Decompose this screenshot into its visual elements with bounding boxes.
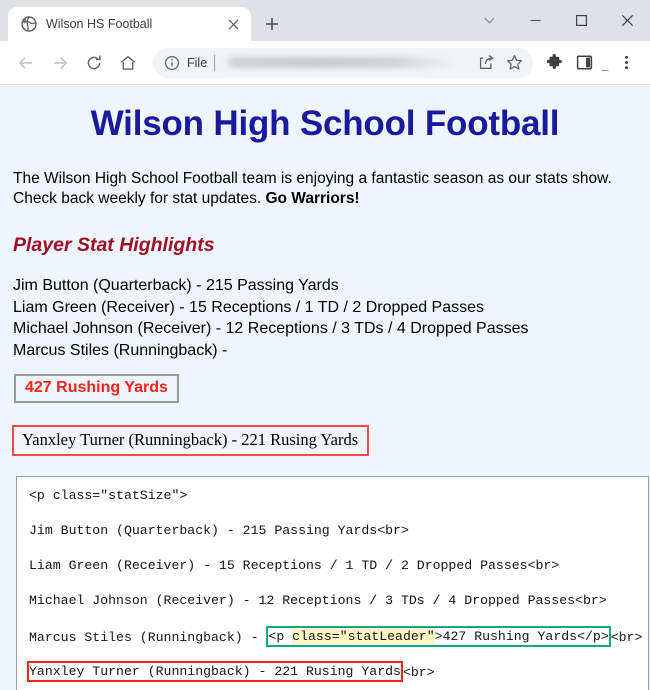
- stat-leader-text: 427 Rushing Yards: [25, 378, 168, 396]
- code-line-suffix: <br>: [402, 664, 435, 680]
- minimize-icon[interactable]: [512, 0, 558, 41]
- star-icon[interactable]: [501, 50, 527, 76]
- code-line-suffix: <br>: [610, 629, 643, 645]
- code-tag-open: <p: [268, 628, 293, 644]
- forward-arrow-icon[interactable]: [43, 46, 77, 80]
- stat-line: Liam Green (Receiver) - 15 Receptions / …: [13, 298, 485, 316]
- omnibox-separator: [214, 54, 216, 71]
- code-highlight-yellow: class="statLeader": [292, 628, 435, 644]
- code-line: Liam Green (Receiver) - 15 Receptions / …: [29, 557, 560, 573]
- omnibox-actions: [473, 50, 527, 76]
- reload-icon[interactable]: [77, 46, 111, 80]
- code-tag-rest: >427 Rushing Yards</p>: [434, 628, 609, 644]
- browser-toolbar: File: [0, 41, 650, 85]
- three-dot-menu-icon[interactable]: [611, 48, 641, 78]
- intro-paragraph: The Wilson High School Football team is …: [13, 169, 642, 210]
- close-icon[interactable]: [604, 0, 650, 41]
- address-bar[interactable]: File: [153, 47, 533, 78]
- stat-line: Michael Johnson (Receiver) - 12 Receptio…: [13, 320, 529, 338]
- stat-line: Marcus Stiles (Runningback) -: [13, 342, 228, 360]
- code-line: Jim Button (Quarterback) - 215 Passing Y…: [29, 522, 409, 538]
- share-icon[interactable]: [473, 50, 499, 76]
- code-line-stat-leader: Marcus Stiles (Runningback) - <p class="…: [29, 625, 648, 647]
- tab-strip: Wilson HS Football: [0, 0, 650, 41]
- code-line-open: <p class="statSize">: [29, 487, 188, 503]
- stat-leader-box: 427 Rushing Yards: [14, 373, 179, 403]
- stat-line: Jim Button (Quarterback) - 215 Passing Y…: [13, 276, 339, 294]
- back-arrow-icon[interactable]: [9, 46, 43, 80]
- intro-bold-text: Go Warriors!: [265, 190, 360, 208]
- tab-search-icon[interactable]: [466, 0, 512, 41]
- browser-window: Wilson HS Football File Wilson High Scho…: [0, 0, 650, 690]
- side-panel-icon[interactable]: [569, 48, 599, 78]
- url-scheme-label: File: [187, 55, 208, 70]
- turner-stat-text: Yanxley Turner (Runningback) - 221 Rusin…: [22, 429, 359, 449]
- home-icon[interactable]: [111, 46, 145, 80]
- code-line-turner: Yanxley Turner (Runningback) - 221 Rusin…: [27, 660, 648, 682]
- new-tab-button[interactable]: [258, 10, 286, 38]
- toolbar-divider: [599, 48, 611, 78]
- tab-close-icon[interactable]: [223, 14, 243, 34]
- page-content: Wilson High School Football The Wilson H…: [0, 104, 650, 690]
- section-title: Player Stat Highlights: [13, 233, 215, 256]
- browser-tab-wilson-hs-football[interactable]: Wilson HS Football: [8, 7, 251, 41]
- code-line-prefix: Marcus Stiles (Runningback) -: [29, 629, 267, 645]
- url-text-redacted: [224, 57, 465, 68]
- maximize-icon[interactable]: [558, 0, 604, 41]
- puzzle-piece-icon[interactable]: [539, 48, 569, 78]
- info-circle-icon[interactable]: [164, 55, 180, 71]
- player-stat-list: Jim Button (Quarterback) - 215 Passing Y…: [13, 275, 642, 362]
- globe-icon: [20, 16, 37, 33]
- page-title: Wilson High School Football: [90, 104, 560, 143]
- code-line: Michael Johnson (Receiver) - 12 Receptio…: [29, 592, 607, 608]
- turner-stat-box: Yanxley Turner (Runningback) - 221 Rusin…: [12, 424, 370, 456]
- code-highlight-red: Yanxley Turner (Runningback) - 221 Rusin…: [27, 660, 403, 682]
- code-highlight-teal: <p class="statLeader">427 Rushing Yards<…: [266, 625, 611, 647]
- window-controls: [466, 0, 650, 41]
- code-block: <p class="statSize"> Jim Button (Quarter…: [16, 475, 649, 690]
- page-viewport: Wilson High School Football The Wilson H…: [0, 86, 650, 690]
- tab-title: Wilson HS Football: [46, 17, 153, 31]
